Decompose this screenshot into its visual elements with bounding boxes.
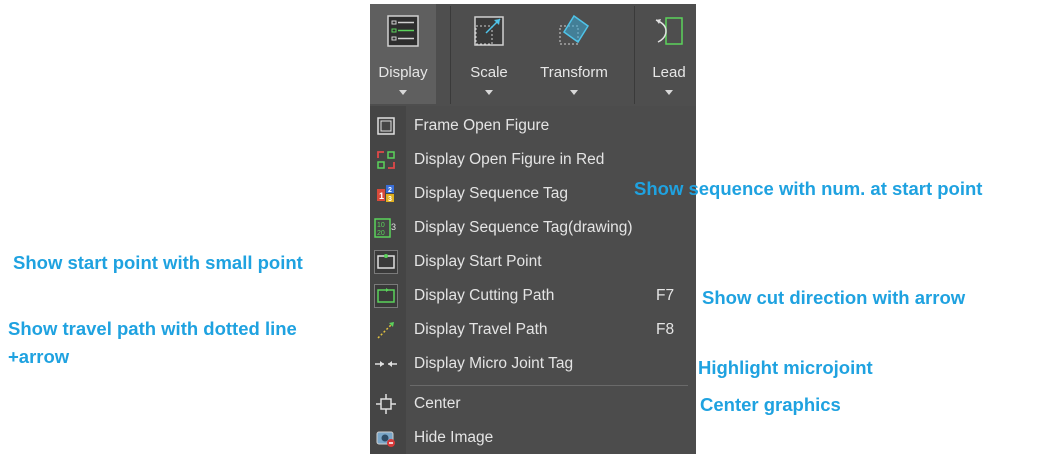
menu-item-label: Display Sequence Tag xyxy=(414,185,568,202)
chevron-down-icon xyxy=(570,90,578,95)
travel-path-icon xyxy=(374,318,398,342)
svg-text:3: 3 xyxy=(388,196,392,203)
menu-item-label: Display Cutting Path xyxy=(414,287,555,304)
micro-joint-icon xyxy=(374,352,398,376)
svg-text:10: 10 xyxy=(377,222,385,229)
toolbar-divider xyxy=(634,6,635,104)
scale-tool-label: Scale xyxy=(470,64,508,81)
svg-text:20: 20 xyxy=(377,230,385,237)
chevron-down-icon xyxy=(665,90,673,95)
menu-item-hide-image[interactable]: Hide Image xyxy=(370,421,696,455)
menu-item-label: Hide Image xyxy=(414,429,494,446)
menu-item-cutting-path[interactable]: Display Cutting Path F7 xyxy=(370,279,696,313)
annotation-microjoint: Highlight microjoint xyxy=(698,357,873,378)
menu-item-start-point[interactable]: Display Start Point xyxy=(370,245,696,279)
chevron-down-icon xyxy=(399,90,407,95)
hide-image-icon xyxy=(374,426,398,450)
cutting-path-icon xyxy=(374,284,398,308)
transform-tool-button[interactable]: Transform xyxy=(528,4,620,104)
toolbar-divider xyxy=(450,6,451,104)
open-figure-red-icon xyxy=(374,148,398,172)
annotation-center: Center graphics xyxy=(700,394,841,415)
menu-item-label: Display Travel Path xyxy=(414,321,548,338)
svg-text:1: 1 xyxy=(379,191,384,201)
center-icon xyxy=(374,392,398,416)
annotation-sequence: Show sequence with num. at start point xyxy=(634,178,983,199)
sequence-tag-drawing-icon: 10 20 3 xyxy=(374,216,398,240)
menu-item-label: Display Open Figure in Red xyxy=(414,151,605,168)
display-tool-label: Display xyxy=(378,64,428,81)
annotation-cut-direction: Show cut direction with arrow xyxy=(702,287,966,308)
menu-item-micro-joint-tag[interactable]: Display Micro Joint Tag xyxy=(370,347,696,381)
menu-item-open-figure-red[interactable]: Display Open Figure in Red xyxy=(370,143,696,177)
annotation-travel-path-arrow: +arrow xyxy=(8,346,70,367)
menu-item-travel-path[interactable]: Display Travel Path F8 xyxy=(370,313,696,347)
sequence-tag-icon: 1 2 3 xyxy=(374,182,398,206)
display-list-icon xyxy=(386,14,420,52)
menu-item-sequence-tag-drawing[interactable]: 10 20 3 Display Sequence Tag(drawing) xyxy=(370,211,696,245)
svg-text:3: 3 xyxy=(391,222,396,232)
menu-item-label: Frame Open Figure xyxy=(414,117,550,134)
menu-item-label: Display Sequence Tag(drawing) xyxy=(414,219,633,236)
menu-separator xyxy=(410,385,688,386)
chevron-down-icon xyxy=(485,90,493,95)
svg-text:2: 2 xyxy=(388,187,392,194)
annotation-start-point: Show start point with small point xyxy=(13,252,303,273)
ribbon-toolbar: Display Scale Transform Lead xyxy=(370,4,696,106)
menu-item-label: Center xyxy=(414,395,461,412)
lead-icon xyxy=(652,14,686,52)
annotation-travel-path: Show travel path with dotted line xyxy=(8,318,297,339)
menu-item-center[interactable]: Center xyxy=(370,387,696,421)
menu-item-label: Display Start Point xyxy=(414,253,542,270)
frame-open-figure-icon xyxy=(374,114,398,138)
menu-item-frame-open-figure[interactable]: Frame Open Figure xyxy=(370,109,696,143)
display-tool-button[interactable]: Display xyxy=(370,4,436,104)
lead-tool-button[interactable]: Lead xyxy=(638,4,700,104)
scale-tool-button[interactable]: Scale xyxy=(456,4,522,104)
transform-tool-label: Transform xyxy=(540,64,608,81)
start-point-icon xyxy=(374,250,398,274)
shortcut-key: F7 xyxy=(656,287,675,304)
transform-icon xyxy=(556,14,592,52)
display-dropdown-menu: Frame Open Figure Display Open Figure in… xyxy=(370,106,696,454)
shortcut-key: F8 xyxy=(656,321,675,338)
scale-icon xyxy=(472,14,506,52)
lead-tool-label: Lead xyxy=(652,64,686,81)
menu-item-label: Display Micro Joint Tag xyxy=(414,355,574,372)
